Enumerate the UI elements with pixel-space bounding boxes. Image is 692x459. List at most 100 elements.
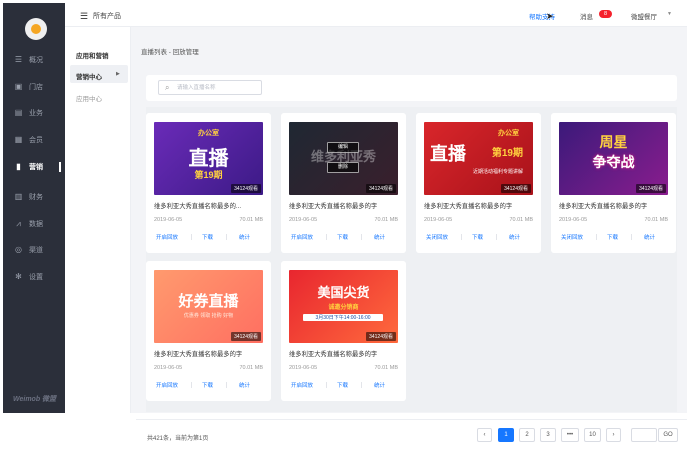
- edit-button[interactable]: 编辑: [327, 142, 359, 153]
- main-content: 直播列表 - 回放管理 ⌕ 办公室 直播 第19期 34124观看 维多利亚大秀…: [131, 27, 687, 413]
- thumbnail-title-text: 好券直播: [178, 293, 239, 310]
- video-thumbnail[interactable]: 美国尖货 诚邀分销商 3月30日下午14:00-16:00 34124观看: [289, 270, 398, 343]
- page-button-3[interactable]: 3: [540, 428, 556, 442]
- divider: [361, 382, 362, 388]
- finance-icon: ▥: [14, 192, 23, 201]
- video-thumbnail[interactable]: 周星 争夺战 34124观看: [559, 122, 668, 195]
- video-thumbnail[interactable]: 维多利亚秀 编辑 删除 34124观看: [289, 122, 398, 195]
- subnav-item-marketing-center[interactable]: 营销中心: [76, 71, 102, 81]
- thumbnail-tag-text: 办公室: [198, 130, 219, 137]
- messages-link[interactable]: 消息: [580, 11, 593, 21]
- divider: [361, 234, 362, 240]
- store-switcher[interactable]: 微盟餐厅: [631, 11, 657, 21]
- toggle-replay-link[interactable]: 关闭回放: [426, 233, 448, 241]
- stats-link[interactable]: 统计: [239, 381, 250, 389]
- video-date: 2019-06-05: [559, 217, 588, 223]
- toggle-replay-link[interactable]: 开启回放: [291, 233, 313, 241]
- video-title: 维多利亚大秀直播名称最多的字: [289, 351, 378, 358]
- video-size: 70.01 MB: [239, 365, 263, 371]
- view-count-badge: 34124观看: [231, 332, 261, 341]
- sidebar-item-label: 业务: [29, 110, 43, 117]
- search-box: ⌕: [158, 80, 262, 95]
- divider: [461, 234, 462, 240]
- all-products-link[interactable]: 所有产品: [93, 11, 121, 21]
- search-input[interactable]: [177, 82, 257, 93]
- sidebar-item-overview[interactable]: ☰ 概况: [3, 49, 65, 71]
- hamburger-menu-icon[interactable]: ☰: [80, 11, 88, 22]
- stats-link[interactable]: 统计: [374, 381, 385, 389]
- page-button-2[interactable]: 2: [519, 428, 535, 442]
- sidebar-item-settings[interactable]: ✻ 设置: [3, 266, 65, 288]
- toggle-replay-link[interactable]: 开启回放: [291, 381, 313, 389]
- stats-link[interactable]: 统计: [644, 233, 655, 241]
- sidebar-item-marketing[interactable]: ▮ 营销: [3, 156, 65, 178]
- chevron-down-icon[interactable]: ▼: [667, 11, 672, 17]
- download-link[interactable]: 下载: [337, 233, 348, 241]
- pagination-total: 共421条，当前为第1页: [147, 436, 209, 442]
- video-card: 美国尖货 诚邀分销商 3月30日下午14:00-16:00 34124观看 维多…: [281, 261, 406, 401]
- search-icon: ⌕: [165, 83, 170, 92]
- prev-page-button[interactable]: ‹: [477, 428, 492, 442]
- sidebar-item-channel[interactable]: ◎ 渠道: [3, 239, 65, 261]
- sidebar-item-label: 会员: [29, 137, 43, 144]
- view-count-badge: 34124观看: [636, 184, 666, 193]
- video-title: 维多利亚大秀直播名称最多的字: [289, 203, 378, 210]
- main-sidebar: ☰ 概况 ▣ 门店 ▤ 业务 ▦ 会员 ▮ 营销 ▥ 财务 ⩘ 数据 ◎ 渠道: [3, 3, 65, 413]
- sidebar-item-label: 营销: [29, 164, 43, 171]
- mouse-pointer-icon: ➤: [546, 11, 554, 21]
- video-date: 2019-06-05: [289, 365, 318, 371]
- business-icon: ▤: [14, 108, 23, 117]
- next-page-button[interactable]: ›: [606, 428, 621, 442]
- download-link[interactable]: 下载: [202, 381, 213, 389]
- video-card: 办公室 直播 第19期 近期活动福利专题讲解 34124观看 维多利亚大秀直播名…: [416, 113, 541, 253]
- stats-link[interactable]: 统计: [509, 233, 520, 241]
- sidebar-item-finance[interactable]: ▥ 财务: [3, 186, 65, 208]
- messages-count-badge: 8: [599, 10, 612, 18]
- toggle-replay-link[interactable]: 开启回放: [156, 381, 178, 389]
- thumbnail-tag-text: 办公室: [498, 130, 519, 137]
- download-link[interactable]: 下载: [337, 381, 348, 389]
- video-size: 70.01 MB: [374, 217, 398, 223]
- page-ellipsis-button[interactable]: •••: [561, 428, 579, 442]
- subnav-item-app-center[interactable]: 应用中心: [76, 93, 102, 103]
- secondary-nav: 应用和营销 营销中心 ▶ 应用中心: [65, 27, 131, 413]
- app-logo[interactable]: [25, 18, 47, 40]
- data-icon: ⩘: [16, 219, 21, 228]
- video-thumbnail[interactable]: 办公室 直播 第19期 34124观看: [154, 122, 263, 195]
- toggle-replay-link[interactable]: 开启回放: [156, 233, 178, 241]
- sidebar-item-label: 财务: [29, 194, 43, 201]
- sidebar-item-label: 门店: [29, 84, 43, 91]
- video-date: 2019-06-05: [154, 365, 183, 371]
- page-jump-input[interactable]: [631, 428, 657, 442]
- view-count-badge: 34124观看: [501, 184, 531, 193]
- toggle-replay-link[interactable]: 关闭回放: [561, 233, 583, 241]
- divider: [191, 382, 192, 388]
- divider: [496, 234, 497, 240]
- page-button-1[interactable]: 1: [498, 428, 514, 442]
- download-link[interactable]: 下载: [607, 233, 618, 241]
- video-thumbnail[interactable]: 办公室 直播 第19期 近期活动福利专题讲解 34124观看: [424, 122, 533, 195]
- view-count-badge: 34124观看: [366, 184, 396, 193]
- divider: [226, 382, 227, 388]
- stats-link[interactable]: 统计: [374, 233, 385, 241]
- go-button[interactable]: GO: [658, 428, 678, 442]
- video-thumbnail[interactable]: 好券直播 优惠券 领取 抢购 好物 34124观看: [154, 270, 263, 343]
- thumbnail-title-text: 直播: [188, 148, 229, 170]
- divider: [191, 234, 192, 240]
- page-button-10[interactable]: 10: [584, 428, 601, 442]
- download-link[interactable]: 下载: [472, 233, 483, 241]
- store-icon: ▣: [14, 82, 23, 91]
- sidebar-item-member[interactable]: ▦ 会员: [3, 129, 65, 151]
- delete-button[interactable]: 删除: [327, 162, 359, 173]
- video-size: 70.01 MB: [374, 365, 398, 371]
- channel-icon: ◎: [15, 245, 22, 254]
- video-size: 70.01 MB: [644, 217, 668, 223]
- sidebar-item-business[interactable]: ▤ 业务: [3, 102, 65, 124]
- stats-link[interactable]: 统计: [239, 233, 250, 241]
- divider: [326, 382, 327, 388]
- sidebar-item-store[interactable]: ▣ 门店: [3, 76, 65, 98]
- download-link[interactable]: 下载: [202, 233, 213, 241]
- video-date: 2019-06-05: [154, 217, 183, 223]
- sidebar-item-data[interactable]: ⩘ 数据: [3, 213, 65, 235]
- marketing-icon: ▮: [16, 162, 21, 171]
